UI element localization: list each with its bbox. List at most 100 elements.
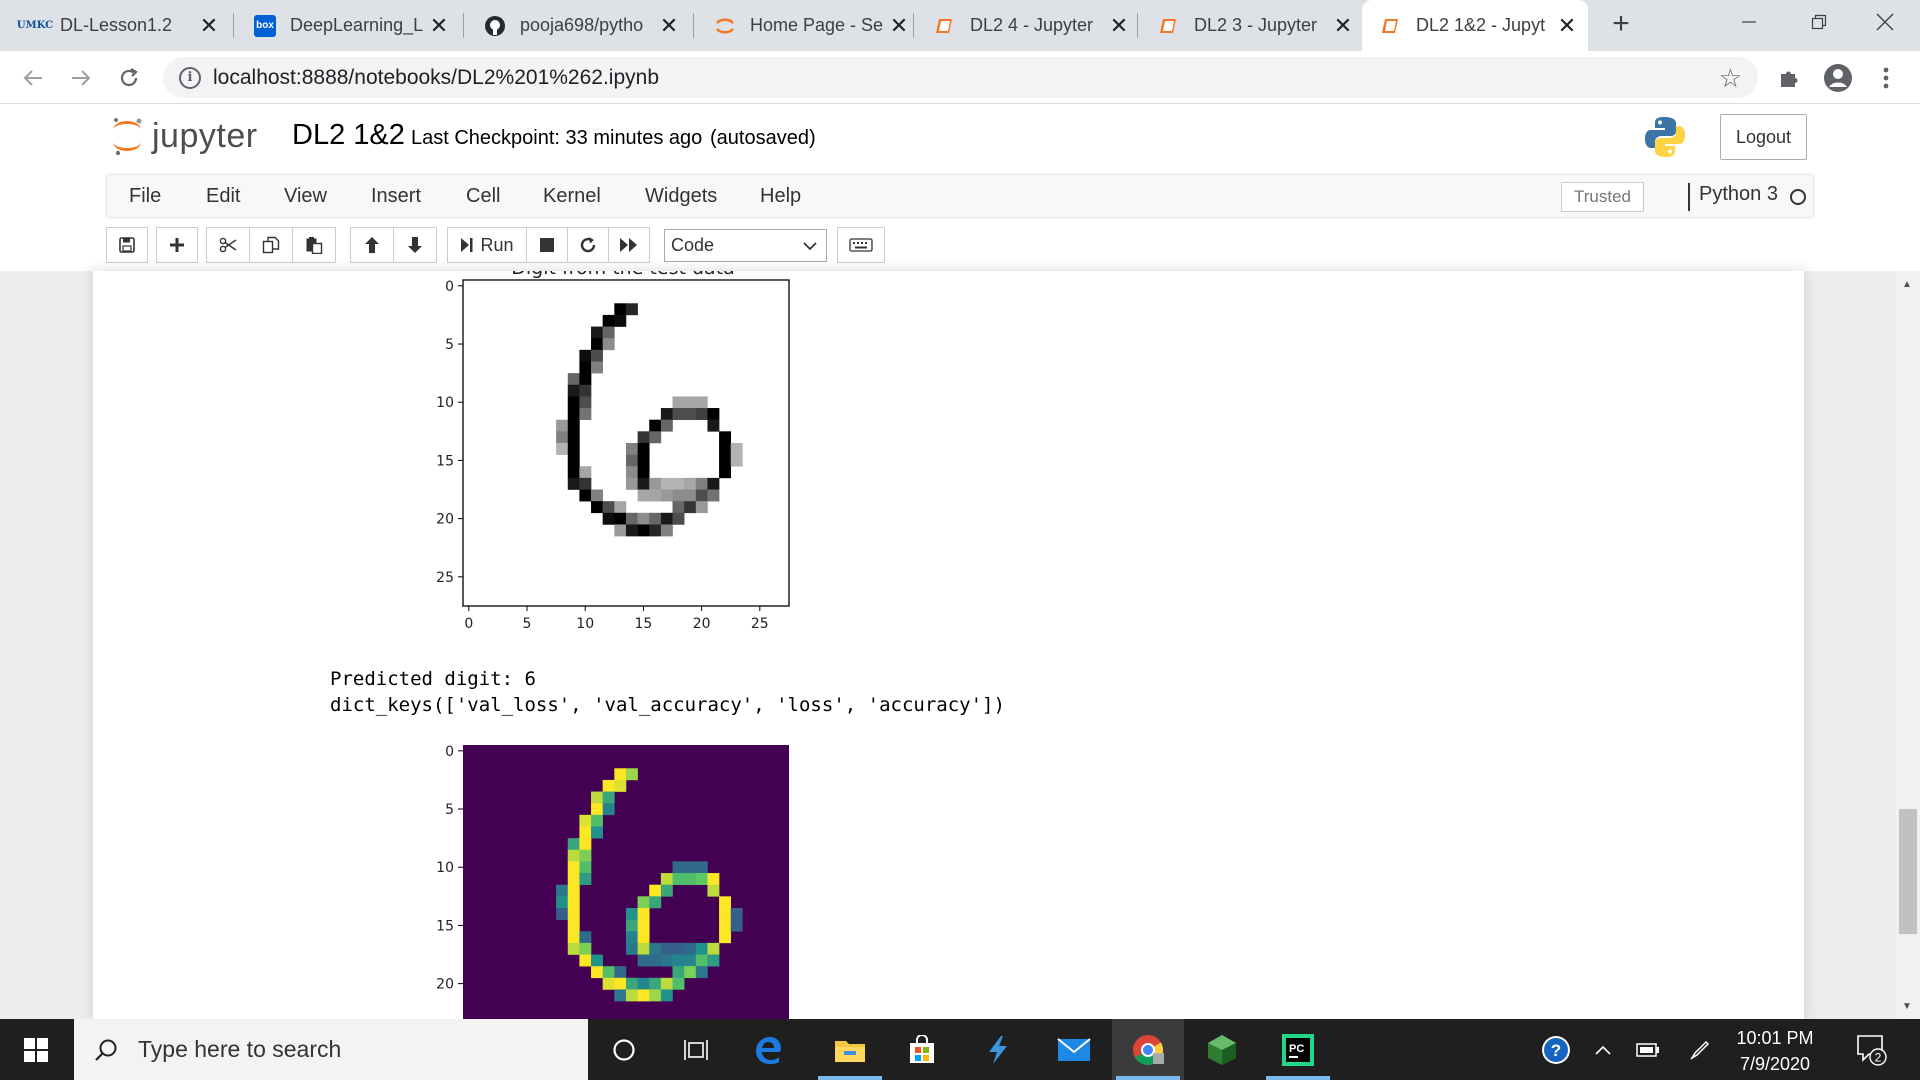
menu-insert[interactable]: Insert — [371, 175, 421, 217]
logout-button[interactable]: Logout — [1720, 114, 1807, 160]
tab-dl-lesson[interactable]: UMKC DL-Lesson1.2 ✕ — [6, 0, 230, 51]
copy-button[interactable] — [249, 227, 293, 263]
scroll-up-arrow-icon[interactable]: ▲ — [1902, 279, 1912, 290]
menu-kernel[interactable]: Kernel — [543, 175, 601, 217]
image-pixel — [637, 942, 650, 955]
edge-browser-button[interactable] — [732, 1019, 804, 1080]
close-tab-icon[interactable]: ✕ — [1106, 13, 1132, 39]
menu-view[interactable]: View — [284, 175, 327, 217]
restart-run-all-button[interactable] — [608, 227, 650, 263]
image-pixel — [695, 396, 708, 409]
image-pixel — [614, 501, 627, 514]
move-down-button[interactable] — [393, 227, 437, 263]
new-tab-button[interactable]: + — [1604, 8, 1638, 42]
image-pixel — [672, 477, 685, 490]
plot-axes: 0 5 10 15 20 — [436, 744, 463, 993]
reload-button[interactable] — [110, 59, 148, 97]
image-pixel — [684, 954, 697, 967]
menu-cell[interactable]: Cell — [466, 175, 500, 217]
jupyter-logo[interactable]: jupyter — [110, 115, 258, 157]
profile-avatar-icon[interactable] — [1821, 61, 1855, 95]
bookmark-star-icon[interactable]: ☆ — [1719, 63, 1742, 94]
run-button[interactable]: Run — [447, 227, 527, 263]
cell-type-select[interactable]: Code — [664, 229, 827, 262]
tab-divider — [463, 13, 464, 38]
file-explorer-button[interactable] — [814, 1019, 886, 1080]
pycharm-button[interactable]: PC — [1262, 1019, 1334, 1080]
tab-dl2-4[interactable]: DL2 4 - Jupyter ✕ — [916, 0, 1140, 51]
x-tick-label: 10 — [576, 616, 594, 628]
close-tab-icon[interactable]: ✕ — [1554, 13, 1580, 39]
image-pixel — [684, 396, 697, 409]
image-pixel — [649, 477, 662, 490]
microsoft-store-button[interactable] — [886, 1019, 958, 1080]
image-pixel — [625, 454, 638, 467]
image-pixel — [672, 861, 685, 874]
restore-button[interactable] — [1784, 0, 1854, 44]
tab-dl2-1-2[interactable]: DL2 1&2 - Jupyt ✕ — [1362, 0, 1588, 51]
scroll-down-arrow-icon[interactable]: ▼ — [1902, 1001, 1912, 1012]
close-tab-icon[interactable]: ✕ — [426, 13, 452, 39]
chrome-button[interactable] — [1112, 1019, 1184, 1080]
tab-deeplearning[interactable]: box DeepLearning_L ✕ — [236, 0, 460, 51]
close-tab-icon[interactable]: ✕ — [196, 13, 222, 39]
trusted-badge[interactable]: Trusted — [1561, 182, 1644, 212]
page-scrollbar[interactable]: ▲ ▼ — [1896, 271, 1920, 1019]
battery-button[interactable] — [1628, 1019, 1668, 1080]
menu-help[interactable]: Help — [760, 175, 801, 217]
image-pixel — [591, 814, 603, 827]
image-pixel — [637, 896, 650, 909]
tab-home-page[interactable]: Home Page - Se ✕ — [696, 0, 920, 51]
close-tab-icon[interactable]: ✕ — [886, 13, 912, 39]
taskbar-search-box[interactable]: Type here to search — [74, 1019, 588, 1080]
vscode-button[interactable] — [962, 1019, 1034, 1080]
task-view-button[interactable] — [660, 1019, 732, 1080]
cut-button[interactable] — [206, 227, 250, 263]
start-button[interactable] — [0, 1019, 72, 1080]
back-button[interactable] — [14, 59, 52, 97]
insert-cell-button[interactable] — [156, 227, 198, 263]
github-icon — [484, 15, 506, 37]
app-open-indicator — [818, 1076, 882, 1080]
save-button[interactable] — [106, 227, 148, 263]
image-pixel — [660, 419, 673, 432]
mail-button[interactable] — [1038, 1019, 1110, 1080]
show-hidden-icons-button[interactable] — [1588, 1019, 1618, 1080]
minimize-button[interactable] — [1714, 0, 1784, 44]
notebook-container: Digit from the test data 0 5 10 15 20 25 0 5 10 1… — [93, 271, 1804, 1019]
x-tick-label: 20 — [693, 616, 711, 628]
close-window-button[interactable] — [1850, 0, 1920, 44]
task-view-icon — [684, 1039, 708, 1060]
kernel-name[interactable]: Python 3 — [1699, 183, 1778, 206]
sketchup-button[interactable] — [1186, 1019, 1258, 1080]
extensions-puzzle-icon[interactable] — [1772, 61, 1806, 95]
notebook-name[interactable]: DL2 1&2 — [292, 119, 405, 152]
move-up-button[interactable] — [350, 227, 394, 263]
chrome-menu-icon[interactable] — [1869, 61, 1903, 95]
command-palette-button[interactable] — [837, 227, 885, 263]
tab-github[interactable]: pooja698/pytho ✕ — [466, 0, 690, 51]
image-pixel — [579, 873, 592, 885]
cortana-button[interactable] — [588, 1019, 660, 1080]
restart-kernel-button[interactable] — [567, 227, 609, 263]
help-tray-button[interactable]: ? — [1536, 1019, 1576, 1080]
action-center-button[interactable]: 2 — [1842, 1019, 1902, 1080]
image-pixel — [625, 466, 638, 479]
paste-button[interactable] — [292, 227, 336, 263]
address-bar[interactable]: i localhost:8888/notebooks/DL2%201%262.i… — [163, 57, 1758, 98]
image-pixel — [579, 931, 592, 944]
menu-edit[interactable]: Edit — [206, 175, 240, 217]
interrupt-button[interactable] — [526, 227, 568, 263]
menu-widgets[interactable]: Widgets — [645, 175, 717, 217]
info-icon[interactable]: i — [179, 66, 201, 89]
pen-workspace-button[interactable] — [1680, 1019, 1720, 1080]
menu-file[interactable]: File — [129, 175, 161, 217]
taskbar-clock[interactable]: 10:01 PM 7/9/2020 — [1730, 1025, 1820, 1077]
tab-dl2-3[interactable]: DL2 3 - Jupyter ✕ — [1140, 0, 1364, 51]
scrollbar-thumb[interactable] — [1899, 809, 1917, 934]
y-tick-label: 20 — [436, 512, 454, 528]
forward-button[interactable] — [62, 59, 100, 97]
close-tab-icon[interactable]: ✕ — [1330, 13, 1356, 39]
image-pixel — [625, 512, 638, 525]
close-tab-icon[interactable]: ✕ — [656, 13, 682, 39]
